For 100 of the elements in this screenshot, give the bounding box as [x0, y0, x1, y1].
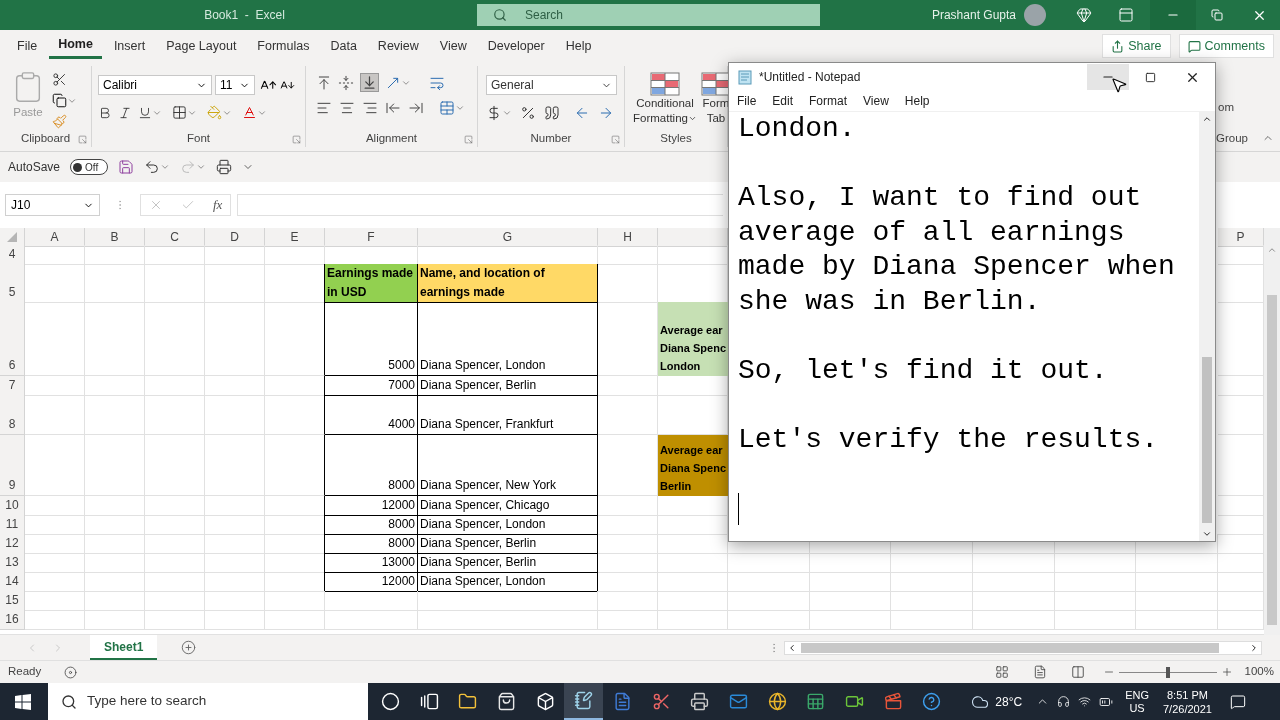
caret-icon[interactable]: [455, 103, 465, 113]
ribbon-display-icon[interactable]: [1118, 7, 1134, 23]
column-header[interactable]: G: [418, 228, 598, 247]
avatar[interactable]: [1024, 4, 1046, 26]
bold-icon[interactable]: [98, 105, 112, 120]
normal-view-icon[interactable]: [994, 665, 1009, 679]
taskbar-search-field[interactable]: Type here to search: [48, 683, 368, 720]
windows-logo-icon[interactable]: [15, 693, 31, 710]
scroll-left-icon[interactable]: [787, 642, 797, 653]
ribbon-tab[interactable]: Page Layout: [157, 33, 246, 59]
percent-icon[interactable]: [520, 105, 536, 121]
sheet-tab[interactable]: Sheet1: [90, 635, 158, 660]
add-sheet-icon[interactable]: [181, 640, 197, 655]
middle-align-icon[interactable]: [338, 74, 354, 91]
increase-decimal-icon[interactable]: [574, 105, 590, 121]
menu-item[interactable]: View: [857, 92, 895, 110]
row-header[interactable]: 11: [0, 515, 25, 535]
column-header[interactable]: C: [145, 228, 205, 247]
italic-icon[interactable]: [118, 105, 132, 120]
zoom-thumb[interactable]: [1165, 666, 1170, 678]
caret-icon[interactable]: [160, 162, 171, 172]
insert-function-button[interactable]: fx: [213, 195, 223, 215]
ribbon-tab[interactable]: File: [8, 33, 47, 59]
zoom-level[interactable]: 100%: [1244, 663, 1274, 681]
align-center-icon[interactable]: [339, 100, 355, 116]
row-header[interactable]: 8: [0, 395, 25, 435]
row-header[interactable]: 7: [0, 376, 25, 396]
ribbon-tab[interactable]: Insert: [104, 33, 155, 59]
region-indicator[interactable]: US: [1129, 701, 1145, 715]
row-header[interactable]: 13: [0, 553, 25, 573]
comma-style-icon[interactable]: [544, 105, 560, 121]
user-name[interactable]: Prashant Gupta: [931, 6, 1016, 24]
notification-icon[interactable]: [1229, 693, 1246, 710]
column-header[interactable]: P: [1218, 228, 1264, 247]
menu-item[interactable]: File: [731, 92, 763, 110]
ribbon-tab[interactable]: Data: [321, 33, 366, 59]
copy-icon[interactable]: [52, 93, 67, 108]
font-size-dropdown[interactable]: 11: [215, 75, 255, 95]
menu-item[interactable]: Format: [803, 92, 854, 110]
scroll-up-icon[interactable]: [1202, 114, 1212, 124]
underline-icon[interactable]: [138, 105, 152, 120]
ribbon-tab[interactable]: Formulas: [248, 33, 319, 59]
ribbon-tab[interactable]: View: [430, 33, 476, 59]
print-preview-icon[interactable]: [216, 159, 233, 175]
top-align-icon[interactable]: [316, 74, 332, 91]
row-header[interactable]: 16: [0, 610, 25, 630]
share-button[interactable]: Share: [1102, 34, 1171, 58]
row-header[interactable]: 15: [0, 591, 25, 611]
decrease-decimal-icon[interactable]: [598, 105, 614, 121]
ribbon-tab[interactable]: Review: [368, 33, 428, 59]
menu-item[interactable]: Help: [898, 92, 936, 110]
ribbon-tab[interactable]: Help: [556, 33, 601, 59]
dialog-launcher-icon[interactable]: [78, 135, 87, 144]
headset-icon[interactable]: [1057, 695, 1071, 708]
minimize-button[interactable]: [1087, 64, 1129, 90]
column-header[interactable]: B: [85, 228, 145, 247]
diamond-icon[interactable]: [1076, 7, 1092, 23]
search-field[interactable]: Search: [477, 4, 820, 26]
menu-item[interactable]: Edit: [766, 92, 800, 110]
scrollbar-thumb[interactable]: [801, 642, 1219, 653]
page-break-view-icon[interactable]: [1070, 665, 1085, 679]
ribbon-tab[interactable]: Developer: [478, 33, 554, 59]
bottom-align-button[interactable]: [360, 73, 379, 92]
column-header[interactable]: F: [325, 228, 418, 247]
vertical-scrollbar[interactable]: [1199, 112, 1215, 541]
scroll-down-icon[interactable]: [1202, 529, 1212, 539]
column-header[interactable]: H: [598, 228, 658, 247]
row-header[interactable]: 10: [0, 496, 25, 516]
number-format-dropdown[interactable]: General: [486, 75, 617, 95]
row-header[interactable]: 5: [0, 264, 25, 303]
column-header[interactable]: E: [265, 228, 325, 247]
horizontal-scrollbar[interactable]: [784, 640, 1262, 655]
vertical-scrollbar[interactable]: [1264, 228, 1280, 635]
align-right-icon[interactable]: [362, 100, 378, 116]
taskbar-app-button[interactable]: [564, 683, 604, 720]
fill-color-icon[interactable]: [207, 105, 222, 120]
ribbon-button-label[interactable]: om: [1216, 66, 1280, 117]
dollar-icon[interactable]: [486, 105, 502, 121]
align-left-icon[interactable]: [316, 100, 332, 116]
language-indicator[interactable]: ENG: [1125, 688, 1149, 702]
row-header[interactable]: 14: [0, 572, 25, 592]
name-box[interactable]: J10: [5, 194, 100, 216]
network-icon[interactable]: [1078, 695, 1092, 708]
scissors-icon[interactable]: [52, 72, 67, 87]
dialog-launcher-icon[interactable]: [611, 135, 620, 144]
page-layout-view-icon[interactable]: [1032, 665, 1047, 679]
column-header[interactable]: D: [205, 228, 265, 247]
row-header[interactable]: 6: [0, 302, 25, 376]
scrollbar-thumb[interactable]: [1202, 357, 1212, 523]
scrollbar-thumb[interactable]: [1267, 295, 1277, 625]
weather-text[interactable]: 28°C: [995, 692, 1023, 711]
comments-button[interactable]: Comments: [1178, 34, 1274, 58]
font-color-icon[interactable]: [242, 105, 257, 120]
formula-input[interactable]: [237, 194, 724, 216]
font-name-dropdown[interactable]: Calibri: [98, 75, 212, 95]
clock-date[interactable]: 7/26/2021: [1162, 701, 1212, 716]
autosave-toggle[interactable]: Off: [70, 159, 109, 175]
caret-icon[interactable]: [502, 108, 512, 118]
zoom-slider[interactable]: [1118, 666, 1217, 678]
increase-indent-icon[interactable]: [408, 100, 424, 116]
